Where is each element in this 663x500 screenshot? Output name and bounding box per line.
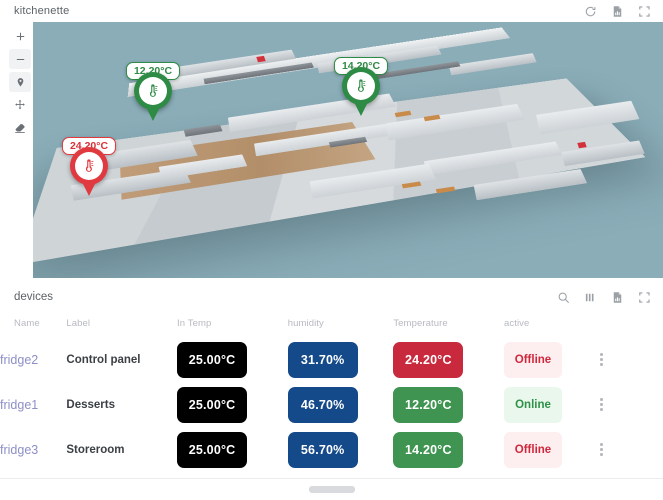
device-humidity-cell: 31.70% — [287, 337, 394, 382]
in-temp-chip: 25.00°C — [177, 431, 248, 468]
device-active-cell: Offline — [503, 427, 595, 472]
row-menu-icon[interactable] — [595, 353, 609, 366]
humidity-chip: 46.70% — [287, 386, 358, 423]
in-temp-chip: 25.00°C — [177, 341, 248, 378]
status-badge: Offline — [503, 341, 562, 378]
devices-card: devices Name Label In Temp humidity Temp… — [0, 282, 663, 493]
device-label: Control panel — [66, 353, 141, 366]
fullscreen-icon[interactable] — [638, 291, 651, 304]
table-row[interactable]: fridge2 Control panel 25.00°C 31.70% 24.… — [0, 337, 663, 382]
viewer-header: kitchenette — [0, 0, 663, 22]
report-icon[interactable] — [611, 291, 624, 304]
footer-divider — [0, 478, 663, 479]
device-name[interactable]: fridge3 — [0, 427, 66, 472]
device-temperature-cell: 12.20°C — [393, 382, 504, 427]
devices-header: devices — [0, 282, 663, 312]
device-actions-cell — [595, 427, 663, 472]
thermometer-icon — [70, 147, 108, 185]
eraser-tool-button[interactable] — [9, 118, 31, 138]
devices-header-actions — [557, 291, 651, 304]
pan-tool-button[interactable] — [9, 95, 31, 115]
table-row[interactable]: fridge3 Storeroom 25.00°C 56.70% 14.20°C… — [0, 427, 663, 472]
report-icon[interactable] — [611, 5, 624, 18]
temperature-chip: 14.20°C — [393, 431, 464, 468]
devices-title: devices — [14, 291, 53, 303]
table-row[interactable]: fridge1 Desserts 25.00°C 46.70% 12.20°C … — [0, 382, 663, 427]
scene-marker-24-pin[interactable] — [70, 147, 108, 197]
device-in-temp-cell: 25.00°C — [177, 382, 288, 427]
humidity-chip: 56.70% — [287, 431, 358, 468]
viewer-toolbar — [9, 26, 31, 138]
devices-table-head: Name Label In Temp humidity Temperature … — [0, 312, 663, 337]
device-actions-cell — [595, 337, 663, 382]
temperature-chip: 12.20°C — [393, 386, 464, 423]
zoom-out-button[interactable] — [9, 49, 31, 69]
column-header-temperature[interactable]: Temperature — [393, 312, 504, 337]
device-name[interactable]: fridge1 — [0, 382, 66, 427]
temperature-chip: 24.20°C — [393, 341, 464, 378]
device-name[interactable]: fridge2 — [0, 337, 66, 382]
column-header-name[interactable]: Name — [0, 312, 66, 337]
devices-table: Name Label In Temp humidity Temperature … — [0, 312, 663, 472]
device-label: Storeroom — [66, 443, 125, 456]
device-label: Desserts — [66, 398, 115, 411]
device-in-temp-cell: 25.00°C — [177, 337, 288, 382]
column-header-active[interactable]: active — [504, 312, 595, 337]
viewer-header-actions — [584, 5, 651, 18]
fullscreen-icon[interactable] — [638, 5, 651, 18]
devices-table-header-row: Name Label In Temp humidity Temperature … — [0, 312, 663, 337]
search-icon[interactable] — [557, 291, 570, 304]
viewer-title: kitchenette — [14, 5, 70, 17]
thermometer-icon — [342, 67, 380, 105]
zoom-in-button[interactable] — [9, 26, 31, 46]
column-header-in-temp[interactable]: In Temp — [177, 312, 288, 337]
columns-icon[interactable] — [584, 291, 597, 304]
viewer-card: kitchenette 12.20°C 14.20°C 24.20°C — [0, 0, 663, 282]
row-menu-icon[interactable] — [595, 443, 609, 456]
device-active-cell: Online — [503, 382, 595, 427]
column-header-actions — [595, 312, 663, 337]
device-temperature-cell: 14.20°C — [393, 427, 504, 472]
footer-handle[interactable] — [308, 486, 355, 493]
status-badge: Online — [503, 386, 562, 423]
device-humidity-cell: 46.70% — [287, 382, 394, 427]
refresh-icon[interactable] — [584, 5, 597, 18]
row-menu-icon[interactable] — [595, 398, 609, 411]
status-badge: Offline — [503, 431, 562, 468]
in-temp-chip: 25.00°C — [177, 386, 248, 423]
device-actions-cell — [595, 382, 663, 427]
scene-marker-12-pin[interactable] — [134, 72, 172, 122]
marker-tool-button[interactable] — [9, 72, 31, 92]
column-header-humidity[interactable]: humidity — [288, 312, 394, 337]
device-temperature-cell: 24.20°C — [393, 337, 504, 382]
thermometer-icon — [134, 72, 172, 110]
devices-table-body: fridge2 Control panel 25.00°C 31.70% 24.… — [0, 337, 663, 472]
humidity-chip: 31.70% — [287, 341, 358, 378]
device-active-cell: Offline — [503, 337, 595, 382]
column-header-label[interactable]: Label — [66, 312, 177, 337]
scene-marker-14-pin[interactable] — [342, 67, 380, 117]
device-in-temp-cell: 25.00°C — [177, 427, 288, 472]
scene-viewport[interactable]: 12.20°C 14.20°C 24.20°C — [33, 22, 663, 278]
device-humidity-cell: 56.70% — [287, 427, 394, 472]
